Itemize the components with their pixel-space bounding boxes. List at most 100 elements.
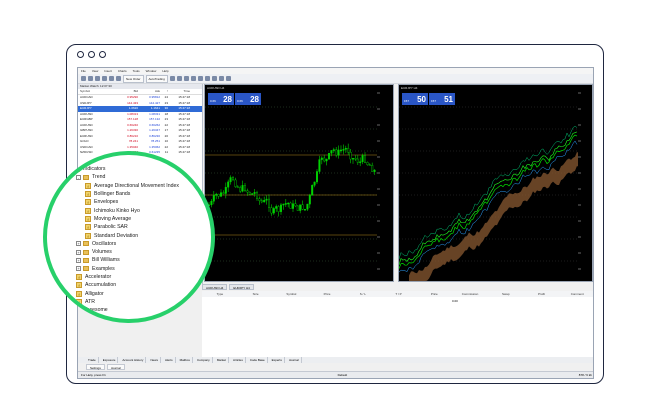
trendline-icon[interactable] bbox=[218, 76, 224, 81]
candle-body bbox=[344, 147, 347, 150]
autotrading-button[interactable]: AutoTrading bbox=[145, 74, 168, 83]
candle-body bbox=[279, 204, 282, 212]
chart-tab[interactable]: EURJPY H4 bbox=[229, 284, 254, 290]
expand-icon[interactable]: + bbox=[76, 257, 81, 263]
candle-body bbox=[337, 149, 340, 156]
col-ask[interactable]: Ask bbox=[138, 89, 160, 94]
col-bid[interactable]: Bid bbox=[116, 89, 138, 94]
navigator-zoom-callout: - Indicators - Trend f Average Directional Mo… bbox=[43, 151, 215, 323]
menu-charts[interactable]: Charts bbox=[118, 68, 127, 74]
indicator-icon: f bbox=[85, 232, 91, 239]
candlestick-icon[interactable] bbox=[176, 76, 182, 81]
tenkan-line bbox=[399, 131, 578, 266]
menu-help[interactable]: Help bbox=[162, 68, 168, 74]
navigator-folder[interactable]: + Examples bbox=[76, 265, 211, 273]
market-watch-icon[interactable] bbox=[95, 76, 100, 81]
zoom-in-icon[interactable] bbox=[190, 76, 196, 81]
indicator-icon: f bbox=[85, 224, 91, 231]
tab-journal[interactable]: Journal bbox=[106, 364, 125, 370]
candle-body bbox=[275, 206, 278, 209]
candle-body bbox=[251, 193, 254, 195]
candle-body bbox=[229, 177, 232, 183]
terminal-tab[interactable]: Code Base bbox=[248, 357, 268, 363]
folder-icon bbox=[83, 241, 89, 247]
menu-window[interactable]: Window bbox=[146, 68, 157, 74]
navigator-indicator[interactable]: f Average Directional Movement Index bbox=[85, 182, 211, 190]
candle-body bbox=[299, 204, 302, 211]
col-symbol[interactable]: Symbol bbox=[78, 89, 116, 94]
terminal-tab[interactable]: Company bbox=[195, 357, 213, 363]
navigator-folder[interactable]: + Oscillators bbox=[76, 240, 211, 248]
expand-icon[interactable]: + bbox=[76, 249, 81, 255]
terminal-tab[interactable]: Alerts bbox=[163, 357, 176, 363]
menu-tools[interactable]: Tools bbox=[133, 68, 140, 74]
tile-windows-icon[interactable] bbox=[204, 76, 210, 81]
terminal-icon[interactable] bbox=[116, 76, 121, 81]
navigator-folder[interactable]: - Indicators bbox=[67, 165, 211, 173]
terminal-tab[interactable]: Articles bbox=[231, 357, 246, 363]
terminal-tab[interactable]: Trade bbox=[86, 357, 99, 363]
crosshair-icon[interactable] bbox=[211, 76, 217, 81]
folder-icon bbox=[83, 249, 89, 255]
navigator-indicator[interactable]: f Parabolic SAR bbox=[85, 223, 211, 231]
periods-icon[interactable] bbox=[225, 76, 231, 81]
navigator-indicator[interactable]: f Standard Deviation bbox=[85, 231, 211, 239]
sell-button[interactable]: 0.66 28 bbox=[208, 93, 234, 105]
menu-file[interactable]: File bbox=[81, 68, 86, 74]
data-window-icon[interactable] bbox=[102, 76, 107, 81]
sell-button[interactable]: 157 50 bbox=[402, 93, 428, 105]
chart-title: EURJPY H4 bbox=[401, 86, 418, 90]
collapse-icon[interactable]: - bbox=[76, 174, 81, 180]
terminal-tab[interactable]: News bbox=[148, 357, 161, 363]
navigator-indicator[interactable]: f Awesome bbox=[76, 306, 211, 314]
candle-body bbox=[265, 198, 268, 201]
collapse-icon[interactable]: - bbox=[67, 166, 72, 172]
profiles-icon[interactable] bbox=[88, 76, 93, 81]
navigator-indicator[interactable]: f Envelopes bbox=[85, 198, 211, 206]
expand-icon[interactable]: + bbox=[76, 266, 81, 272]
menu-insert[interactable]: Insert bbox=[104, 68, 112, 74]
line-chart-icon[interactable] bbox=[183, 76, 189, 81]
col-time[interactable]: Time bbox=[168, 89, 190, 94]
navigator-tree: - Indicators - Trend f Average Directional Mo… bbox=[67, 165, 211, 314]
terminal-tab[interactable]: Experts bbox=[270, 357, 285, 363]
terminal-tab[interactable]: Journal bbox=[287, 357, 302, 363]
navigator-folder[interactable]: + Bill Williams bbox=[76, 256, 211, 264]
new-chart-icon[interactable] bbox=[81, 76, 86, 81]
expand-icon[interactable]: + bbox=[76, 241, 81, 247]
terminal-tab[interactable]: Mailbox bbox=[178, 357, 193, 363]
navigator-indicator[interactable]: f Bollinger Bands bbox=[85, 190, 211, 198]
navigator-indicator[interactable]: f Alligator bbox=[76, 289, 211, 297]
buy-button[interactable]: 157 51 bbox=[429, 93, 455, 105]
terminal-tab[interactable]: Market bbox=[215, 357, 229, 363]
candle-body bbox=[339, 149, 342, 152]
new-order-button[interactable]: New Order bbox=[123, 74, 144, 83]
status-traffic: 878 / 6 kb bbox=[578, 373, 592, 377]
navigator-folder[interactable]: + Volumes bbox=[76, 248, 211, 256]
terminal-tab[interactable]: Account History bbox=[120, 357, 147, 363]
navigator-folder[interactable]: - Trend bbox=[76, 173, 211, 181]
bar-chart-icon[interactable] bbox=[169, 76, 175, 81]
navigator-indicator[interactable]: f ATR bbox=[76, 298, 211, 306]
col-spread[interactable]: ! bbox=[160, 89, 168, 94]
candle-body bbox=[308, 195, 311, 205]
navigator-label: Awesome bbox=[85, 307, 108, 314]
navigator-indicator[interactable]: f Accumulation bbox=[76, 281, 211, 289]
chart-audusd[interactable]: AUDUSD H4 0.66 28 0.66 28 bbox=[204, 84, 394, 282]
navigator-indicator[interactable]: f Ichimoku Kinko Hyo bbox=[85, 206, 211, 214]
chart-eurjpy[interactable]: EURJPY H4 157 50 157 51 bbox=[398, 84, 593, 282]
menu-view[interactable]: View bbox=[92, 68, 98, 74]
one-click-trading: 157 50 157 51 bbox=[402, 93, 455, 105]
zoom-out-icon[interactable] bbox=[197, 76, 203, 81]
navigator-icon[interactable] bbox=[109, 76, 114, 81]
navigator-indicator[interactable]: f Moving Average bbox=[85, 215, 211, 223]
tab-settings[interactable]: Settings bbox=[86, 364, 105, 370]
terminal-tab[interactable]: Exposure bbox=[101, 357, 119, 363]
navigator-label: Alligator bbox=[85, 290, 104, 297]
candle-body bbox=[253, 192, 256, 194]
buy-button[interactable]: 0.66 28 bbox=[235, 93, 261, 105]
navigator-label: Accumulation bbox=[85, 282, 117, 289]
folder-icon bbox=[83, 266, 89, 272]
candle-body bbox=[327, 152, 330, 160]
navigator-indicator[interactable]: f Accelerator bbox=[76, 273, 211, 281]
